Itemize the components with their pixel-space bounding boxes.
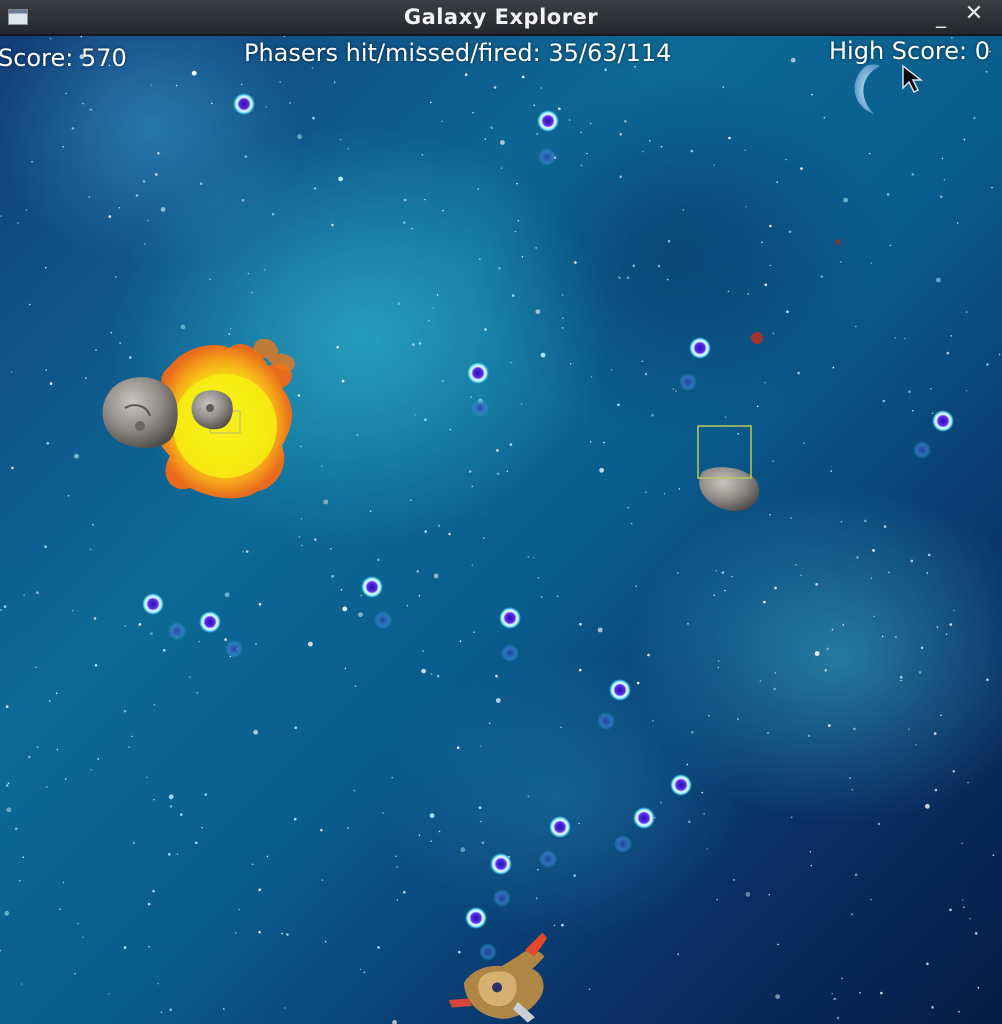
phaser-shots bbox=[142, 93, 954, 961]
score-label: Score: 570 bbox=[0, 44, 127, 72]
phaser-shot bbox=[549, 816, 571, 838]
phaser-trail bbox=[501, 644, 519, 662]
phaser-shot bbox=[233, 93, 255, 115]
title-bar[interactable]: Galaxy Explorer _ ✕ bbox=[0, 0, 1002, 36]
moon-crescent bbox=[854, 64, 880, 114]
phaser-trail bbox=[538, 148, 556, 166]
phaser-shot bbox=[670, 774, 692, 796]
asteroid-icon bbox=[697, 425, 759, 512]
game-window: Galaxy Explorer _ ✕ Score: 570 Phasers h… bbox=[0, 0, 1002, 1024]
phaser-shot bbox=[537, 110, 559, 132]
phaser-trail bbox=[471, 399, 489, 417]
phaser-shot bbox=[490, 853, 512, 875]
phaser-shot bbox=[499, 607, 521, 629]
phaser-shot bbox=[609, 679, 631, 701]
phaser-trail bbox=[539, 850, 557, 868]
phaser-shot bbox=[361, 576, 383, 598]
mouse-cursor-icon bbox=[902, 64, 924, 94]
high-score-label: High Score: 0 bbox=[829, 37, 990, 65]
game-canvas[interactable]: Score: 570 Phasers hit/missed/fired: 35/… bbox=[0, 36, 1002, 1024]
phaser-trail bbox=[225, 640, 243, 658]
phaser-shot bbox=[689, 337, 711, 359]
phaser-shot bbox=[633, 807, 655, 829]
phaser-shot bbox=[465, 907, 487, 929]
phaser-trail bbox=[597, 712, 615, 730]
phaser-shot bbox=[142, 593, 164, 615]
phaser-trail bbox=[374, 611, 392, 629]
phasers-stats-label: Phasers hit/missed/fired: 35/63/114 bbox=[244, 39, 672, 67]
phaser-trail bbox=[679, 373, 697, 391]
phaser-trail bbox=[479, 943, 497, 961]
close-button[interactable]: ✕ bbox=[962, 1, 986, 29]
minimize-button[interactable]: _ bbox=[930, 4, 952, 28]
asteroid-icon bbox=[102, 377, 178, 449]
phaser-shot bbox=[932, 410, 954, 432]
phaser-trail bbox=[614, 835, 632, 853]
spaceship-icon[interactable] bbox=[440, 932, 561, 1024]
window-title: Galaxy Explorer bbox=[403, 5, 599, 29]
phaser-trail bbox=[913, 441, 931, 459]
game-objects-layer bbox=[102, 64, 954, 1024]
debris bbox=[835, 239, 841, 245]
phaser-trail bbox=[493, 889, 511, 907]
phaser-trail bbox=[168, 622, 186, 640]
debris bbox=[751, 332, 763, 344]
phaser-shot bbox=[199, 611, 221, 633]
phaser-shot bbox=[467, 362, 489, 384]
